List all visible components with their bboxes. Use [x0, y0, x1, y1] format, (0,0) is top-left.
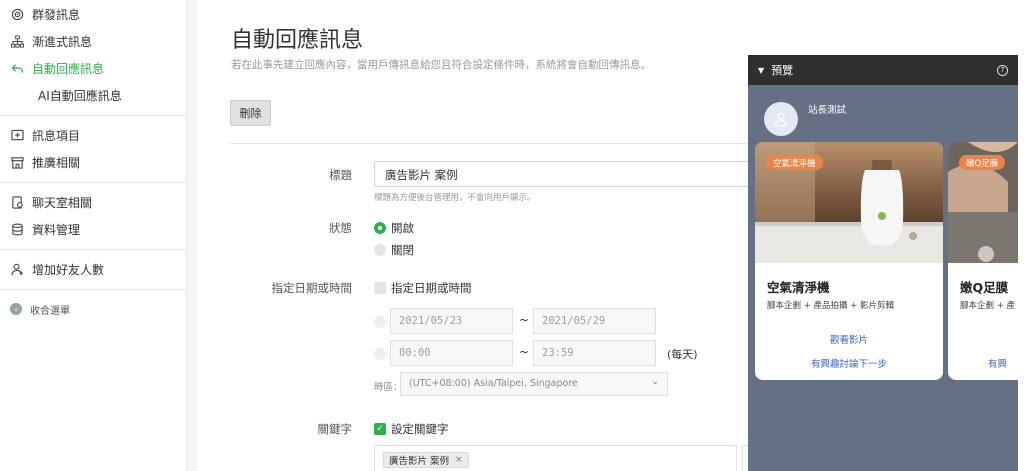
- date-range-radio[interactable]: [374, 316, 386, 328]
- delete-button[interactable]: 刪除: [230, 100, 271, 126]
- checkbox-unchecked-icon: [374, 282, 386, 294]
- timezone-value: (UTC+08:00) Asia/Taipei, Singapore: [409, 378, 578, 389]
- date-separator: ~: [519, 313, 530, 327]
- preview-title: 預覽: [771, 64, 794, 77]
- carousel-card: 嫩Q足膜 嫩Q足膜 腳本企劃 + 產 有興: [948, 142, 1018, 380]
- avatar: [764, 102, 798, 136]
- reply-arrow-icon: [10, 62, 24, 76]
- status-on-radio[interactable]: 開啟: [374, 220, 414, 236]
- divider: [0, 249, 186, 250]
- broadcast-icon: [10, 8, 24, 22]
- sidebar-item-label: 訊息項目: [32, 129, 81, 143]
- product-image: 空氣清淨機: [755, 142, 943, 263]
- sidebar-item-label: 資料管理: [32, 223, 81, 237]
- keyword-tag-label: 廣告影片 案例: [389, 456, 450, 467]
- title-input[interactable]: 廣告影片 案例: [374, 161, 754, 187]
- sidebar-item-label: 增加好友人數: [32, 263, 105, 277]
- card-subtitle: 腳本企劃 + 產品拍攝 + 影片剪輯: [767, 301, 895, 311]
- sidebar-item-chat[interactable]: 聊天室相關: [0, 189, 186, 216]
- radio-checked-icon: [374, 222, 386, 234]
- remove-tag-icon[interactable]: ×: [455, 455, 463, 465]
- title-label: 標題: [329, 168, 352, 182]
- sidebar-item-message-items[interactable]: 訊息項目: [0, 122, 186, 149]
- status-label: 狀態: [329, 221, 352, 235]
- carousel-card: 空氣清淨機 空氣清淨機 腳本企劃 + 產品拍攝 + 影片剪輯 觀看影片 有興趣討…: [755, 142, 943, 380]
- card-tag: 空氣清淨機: [766, 155, 823, 170]
- sidebar-item-auto-reply[interactable]: 自動回應訊息: [0, 55, 186, 82]
- page-title: 自動回應訊息: [231, 28, 364, 53]
- card-title: 空氣清淨機: [767, 280, 830, 295]
- account-name: 站長測試: [808, 105, 847, 116]
- sidebar-item-add-friends[interactable]: 增加好友人數: [0, 256, 186, 283]
- message-plus-icon: [10, 129, 24, 143]
- title-hint: 標題為方便後台管理用，不會向用戶顯示。: [374, 193, 536, 203]
- collapse-menu-button[interactable]: ‹ 收合選單: [0, 296, 186, 322]
- preview-panel: ▼ 預覽 ? 站長測試 空氣清淨機 空氣清淨機 腳本企劃 + 產品拍攝 + 影片…: [748, 55, 1018, 471]
- discuss-next-button[interactable]: 有興趣討論下一步: [755, 356, 943, 370]
- sidebar-item-broadcast[interactable]: 群發訊息: [0, 1, 186, 28]
- sidebar-item-promotion[interactable]: 推廣相關: [0, 149, 186, 176]
- keyword-checkbox-label: 設定關鍵字: [391, 422, 449, 436]
- status-off-label: 關閉: [391, 243, 414, 257]
- timezone-select[interactable]: (UTC+08:00) Asia/Taipei, Singapore ⌄: [400, 372, 668, 396]
- sidebar-item-label: 漸進式訊息: [32, 35, 93, 49]
- page-description: 若在此事先建立回應內容，當用戶傳訊息給您且符合設定條件時，系統將會自動回傳訊息。: [231, 59, 651, 71]
- database-icon: [10, 223, 24, 237]
- schedule-checkbox-label: 指定日期或時間: [391, 281, 472, 295]
- divider: [0, 115, 186, 116]
- schedule-label: 指定日期或時間: [271, 281, 353, 295]
- collapse-menu-label: 收合選單: [30, 305, 70, 317]
- help-icon[interactable]: ?: [997, 64, 1008, 76]
- sidebar: 群發訊息 漸進式訊息 自動回應訊息 AI自動回應訊息 訊息項目 推廣相關 聊天室…: [0, 0, 187, 471]
- daily-note: (每天): [667, 348, 698, 361]
- preview-header[interactable]: ▼ 預覽 ?: [748, 55, 1018, 85]
- sidebar-item-ai-auto-reply[interactable]: AI自動回應訊息: [0, 82, 186, 109]
- sidebar-item-step-messages[interactable]: 漸進式訊息: [0, 28, 186, 55]
- keyword-tag: 廣告影片 案例 ×: [383, 452, 469, 468]
- chat-doc-icon: [10, 196, 24, 210]
- time-range-radio[interactable]: [374, 348, 386, 360]
- keyword-checkbox[interactable]: ✓ 設定關鍵字: [374, 421, 449, 437]
- sidebar-item-data-management[interactable]: 資料管理: [0, 216, 186, 243]
- store-icon: [10, 156, 24, 170]
- add-user-icon: [10, 263, 24, 277]
- product-image: 嫩Q足膜: [948, 142, 1018, 263]
- time-to-input[interactable]: 23:59: [533, 340, 656, 366]
- discuss-next-button[interactable]: 有興: [988, 356, 1018, 370]
- card-title: 嫩Q足膜: [960, 280, 1009, 295]
- date-to-input[interactable]: 2021/05/29: [533, 308, 656, 334]
- sidebar-item-label: 自動回應訊息: [32, 62, 105, 76]
- checkmark-icon: ✓: [374, 423, 386, 435]
- schedule-checkbox[interactable]: 指定日期或時間: [374, 280, 472, 296]
- radio-unchecked-icon: [374, 244, 386, 256]
- time-separator: ~: [519, 345, 530, 359]
- card-subtitle: 腳本企劃 + 產: [960, 301, 1016, 311]
- card-tag: 嫩Q足膜: [959, 155, 1006, 170]
- divider: [0, 182, 186, 183]
- caret-down-icon: ▼: [758, 65, 765, 75]
- status-off-radio[interactable]: 關閉: [374, 242, 414, 258]
- date-from-input[interactable]: 2021/05/23: [390, 308, 513, 334]
- keyword-input[interactable]: 廣告影片 案例 ×: [374, 445, 737, 471]
- time-from-input[interactable]: 00:00: [390, 340, 513, 366]
- divider: [0, 289, 186, 290]
- sidebar-item-label: AI自動回應訊息: [38, 89, 122, 103]
- step-tree-icon: [10, 35, 24, 49]
- chevron-down-icon: ⌄: [651, 377, 659, 387]
- sidebar-item-label: 群發訊息: [32, 8, 81, 22]
- keyword-label: 關鍵字: [317, 422, 353, 436]
- watch-video-button[interactable]: 觀看影片: [755, 332, 943, 346]
- user-icon: [774, 112, 788, 127]
- sidebar-item-label: 聊天室相關: [32, 196, 93, 210]
- timezone-label: 時區：: [374, 382, 403, 393]
- chevron-left-icon: ‹: [10, 303, 22, 315]
- status-on-label: 開啟: [391, 221, 414, 235]
- sidebar-item-label: 推廣相關: [32, 156, 81, 170]
